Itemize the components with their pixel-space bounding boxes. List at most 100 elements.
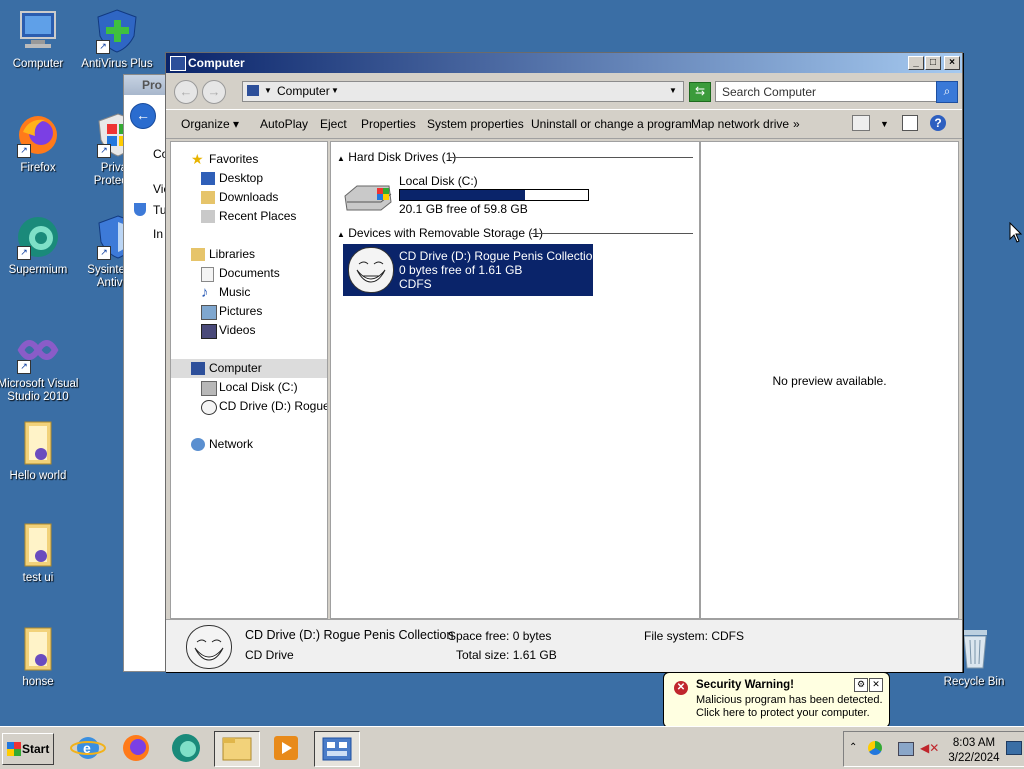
network-icon <box>191 438 205 451</box>
notification-options-icon[interactable]: ⚙ <box>854 678 868 692</box>
address-bar[interactable]: ▼ Computer ▼ ▼ <box>242 81 684 102</box>
show-desktop-icon[interactable] <box>1006 741 1022 755</box>
preview-pane-icon[interactable] <box>902 115 918 131</box>
more-commands-button[interactable]: » <box>793 117 800 131</box>
window-title: Computer <box>188 56 245 70</box>
computer-icon <box>170 56 186 71</box>
supermium-taskbar-button[interactable] <box>166 731 206 765</box>
firefox-taskbar-button[interactable] <box>116 731 156 765</box>
desktop-icon-supermium[interactable]: ↗ Supermium <box>0 214 80 277</box>
nav-computer[interactable]: Computer <box>171 359 327 378</box>
system-tray: ⌃ ◀✕ 8:03 AM 3/22/2024 <box>843 731 1024 767</box>
preview-pane: No preview available. <box>700 141 959 619</box>
computer-icon <box>15 8 61 54</box>
details-item-type: CD Drive <box>245 648 294 662</box>
search-icon[interactable]: ⌕ <box>936 81 958 103</box>
desktop-icon-honse[interactable]: honse <box>0 626 80 689</box>
search-placeholder: Search Computer <box>722 85 817 99</box>
chevron-down-icon[interactable]: ▼ <box>880 119 889 129</box>
maximize-button[interactable]: □ <box>925 56 941 70</box>
hard-disk-icon <box>201 381 217 396</box>
desktop-icon-visual-studio[interactable]: ↗ Microsoft Visual Studio 2010 <box>0 328 80 404</box>
firefox-icon: ↗ <box>15 112 61 158</box>
shield-windows-icon: ↗ <box>95 112 123 158</box>
group-hard-disk-drives[interactable]: ▲ Hard Disk Drives (1) <box>337 150 693 164</box>
troll-face-icon <box>348 247 394 293</box>
hard-disk-icon <box>344 185 392 211</box>
back-button[interactable]: ← <box>174 80 198 104</box>
nav-documents[interactable]: Documents <box>171 264 327 283</box>
drive-local-disk-c[interactable]: Local Disk (C:) 20.1 GB free of 59.8 GB <box>343 172 603 220</box>
organize-button[interactable]: Organize ▾ <box>181 117 239 131</box>
notification-close-button[interactable]: ✕ <box>869 678 883 692</box>
troll-face-icon <box>201 400 217 415</box>
system-properties-button[interactable]: System properties <box>427 117 524 131</box>
explorer-taskbar-button[interactable] <box>214 731 260 767</box>
drive-cd-d[interactable]: CD Drive (D:) Rogue Penis Collection 0 b… <box>343 244 599 296</box>
desktop-icon-computer[interactable]: Computer <box>0 8 80 71</box>
firefox-icon <box>123 735 149 761</box>
nav-cd-drive[interactable]: CD Drive (D:) Rogue P <box>171 397 327 416</box>
view-options-icon[interactable] <box>852 115 870 131</box>
desktop-icon-privacy-protection[interactable]: ↗ Priva Protec <box>75 112 123 188</box>
notification-message[interactable]: Malicious program has been detected. Clic… <box>696 694 883 720</box>
nav-downloads[interactable]: Downloads <box>171 188 327 207</box>
start-button[interactable]: Start <box>2 733 54 765</box>
internet-explorer-taskbar-button[interactable]: e <box>68 731 108 765</box>
nav-music[interactable]: ♪ Music <box>171 283 327 302</box>
desktop-icon-sysinternals-antivirus[interactable]: ↗ Sysinte Antivi <box>75 214 123 290</box>
autoplay-button[interactable]: AutoPlay <box>260 117 308 131</box>
forward-button[interactable]: → <box>202 80 226 104</box>
folder-icon <box>222 737 252 761</box>
search-input[interactable]: Search Computer <box>715 81 937 102</box>
details-item-name: CD Drive (D:) Rogue Penis Collection <box>245 628 454 642</box>
drive-c-usage-bar <box>399 189 589 201</box>
group-removable-storage[interactable]: ▲ Devices with Removable Storage (1) <box>337 226 693 240</box>
nav-recent-places[interactable]: Recent Places <box>171 207 327 226</box>
desktop-icon-hello-world[interactable]: Hello world <box>0 420 80 483</box>
eject-button[interactable]: Eject <box>320 117 347 131</box>
volume-muted-icon[interactable]: ◀✕ <box>920 741 939 755</box>
refresh-button[interactable]: ⇆ <box>689 82 711 102</box>
collapse-arrow-icon[interactable]: ▲ <box>337 230 345 239</box>
clock[interactable]: 8:03 AM 3/22/2024 <box>944 736 1004 766</box>
close-button[interactable]: × <box>944 56 960 70</box>
nav-favorites[interactable]: ★ Favorites <box>171 150 327 169</box>
chevron-down-icon[interactable]: ▼ <box>264 86 272 95</box>
nav-network[interactable]: Network <box>171 435 327 454</box>
chevron-down-icon[interactable]: ▼ <box>331 86 339 95</box>
shield-plus-icon: ↗ <box>94 8 140 54</box>
shortcut-arrow-icon: ↗ <box>17 144 31 158</box>
help-icon[interactable]: ? <box>930 115 946 131</box>
antivirus-tray-icon[interactable] <box>868 741 882 755</box>
recent-places-icon <box>201 210 215 223</box>
uninstall-program-button[interactable]: Uninstall or change a program <box>531 117 692 131</box>
security-warning-notification[interactable]: ✕ Security Warning! Malicious program ha… <box>663 672 890 741</box>
address-dropdown-icon[interactable]: ▼ <box>669 86 677 95</box>
media-player-taskbar-button[interactable] <box>266 731 306 765</box>
computer-icon <box>191 362 205 375</box>
collapse-arrow-icon[interactable]: ▲ <box>337 154 345 163</box>
nav-pictures[interactable]: Pictures <box>171 302 327 321</box>
title-bar[interactable]: Computer _ □ × <box>166 53 962 73</box>
control-panel-taskbar-button[interactable] <box>314 731 360 767</box>
explorer-window[interactable]: Computer _ □ × ← → ▼ Computer ▼ ▼ ⇆ Sear… <box>165 52 963 672</box>
show-hidden-icons-icon[interactable]: ⌃ <box>849 742 857 753</box>
desktop-icon-antivirus-plus[interactable]: ↗ AntiVirus Plus <box>75 8 159 71</box>
nav-local-disk[interactable]: Local Disk (C:) <box>171 378 327 397</box>
minimize-button[interactable]: _ <box>908 56 924 70</box>
nav-libraries[interactable]: Libraries <box>171 245 327 264</box>
nav-desktop[interactable]: Desktop <box>171 169 327 188</box>
shortcut-arrow-icon: ↗ <box>17 360 31 374</box>
svg-text:e: e <box>83 740 91 756</box>
desktop-icon-firefox[interactable]: ↗ Firefox <box>0 112 80 175</box>
network-tray-icon[interactable] <box>898 742 914 756</box>
back-arrow-icon[interactable]: ← <box>130 103 156 129</box>
nav-videos[interactable]: Videos <box>171 321 327 340</box>
properties-button[interactable]: Properties <box>361 117 416 131</box>
mouse-cursor-icon <box>1009 222 1023 243</box>
drive-c-free-space: 20.1 GB free of 59.8 GB <box>399 202 528 216</box>
desktop-icon-test-ui[interactable]: test ui <box>0 522 80 585</box>
clock-date: 3/22/2024 <box>948 752 1000 764</box>
map-network-drive-button[interactable]: Map network drive <box>691 117 789 131</box>
